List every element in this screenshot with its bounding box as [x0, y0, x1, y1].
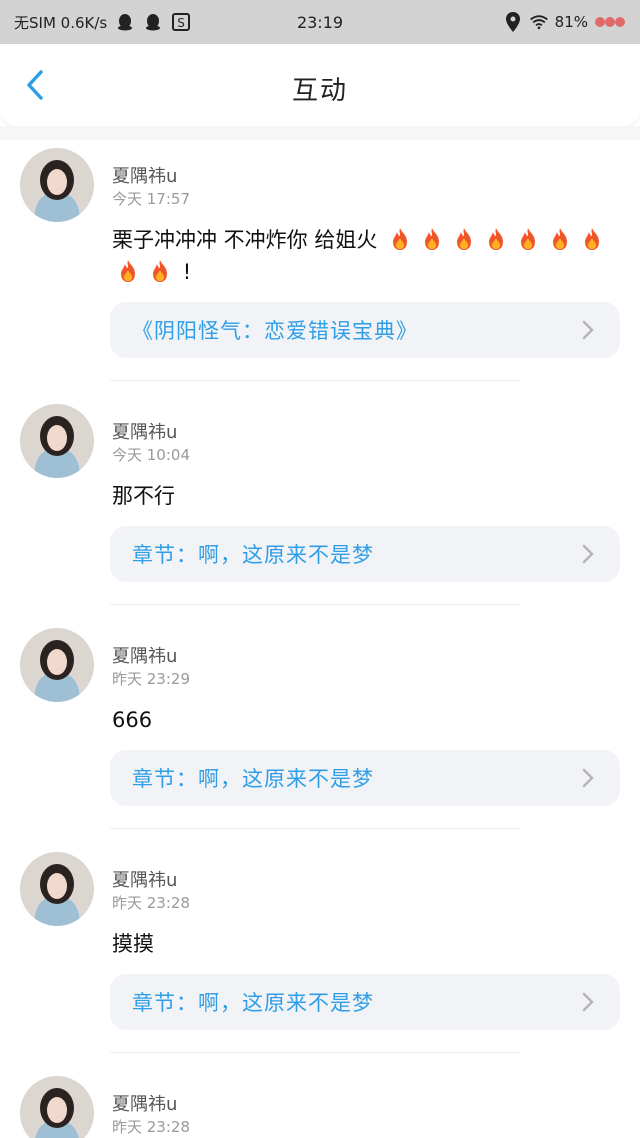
comment-text-main: 栗子冲冲冲 不冲炸你 给姐火 [112, 228, 378, 252]
divider [110, 604, 520, 605]
timestamp: 昨天 23:29 [112, 670, 190, 688]
comment-text: 那不行 [112, 484, 175, 508]
source-link-card[interactable]: 《阴阳怪气：恋爱错误宝典》 [110, 302, 620, 358]
battery-percent: 81% [554, 13, 588, 31]
fire-emoji-icon [422, 227, 442, 251]
header-gap [0, 126, 640, 140]
divider [110, 1052, 520, 1053]
comment-text: 栗子冲冲冲 不冲炸你 给姐火 ! [112, 224, 620, 288]
username[interactable]: 夏隅祎u [112, 866, 177, 892]
chevron-right-icon [578, 320, 598, 340]
comment-text: 摸摸 [112, 932, 154, 956]
source-link-text: 《阴阳怪气：恋爱错误宝典》 [132, 319, 418, 343]
username[interactable]: 夏隅祎u [112, 162, 177, 188]
list-item: 夏隅祎u 昨天 23:29 666 章节：啊，这原来不是梦 [0, 620, 640, 844]
avatar[interactable] [20, 404, 94, 478]
list-item: 夏隅祎u 今天 17:57 栗子冲冲冲 不冲炸你 给姐火 ! 《阴阳怪气：恋爱错… [0, 140, 640, 396]
avatar[interactable] [20, 852, 94, 926]
status-left: 无SIM 0.6K/s S [14, 12, 503, 33]
fire-emoji-icon [582, 227, 602, 251]
list-item: 夏隅祎u 今天 10:04 那不行 章节：啊，这原来不是梦 [0, 396, 640, 620]
s-app-icon: S [171, 12, 191, 32]
chevron-right-icon [578, 544, 598, 564]
fire-emoji-icon [518, 227, 538, 251]
fire-emoji-icon [550, 227, 570, 251]
qq-icon-2 [143, 12, 163, 32]
list-item: 夏隅祎u 昨天 23:28 摸摸 章节：啊，这原来不是梦 [0, 844, 640, 1068]
avatar[interactable] [20, 148, 94, 222]
timestamp: 今天 10:04 [112, 446, 190, 464]
username[interactable]: 夏隅祎u [112, 418, 177, 444]
status-right: 81% [503, 12, 626, 32]
svg-text:S: S [177, 16, 185, 30]
avatar[interactable] [20, 1076, 94, 1138]
source-link-text: 章节：啊，这原来不是梦 [132, 767, 374, 791]
fire-emoji-icon [454, 227, 474, 251]
username[interactable]: 夏隅祎u [112, 1090, 177, 1116]
qq-icon [115, 12, 135, 32]
source-link-card[interactable]: 章节：啊，这原来不是梦 [110, 526, 620, 582]
page-title: 互动 [291, 76, 348, 106]
network-status-text: 无SIM 0.6K/s [14, 13, 108, 32]
chevron-right-icon [578, 768, 598, 788]
comment-text: 666 [112, 708, 153, 732]
source-link-text: 章节：啊，这原来不是梦 [132, 543, 374, 567]
fire-emoji-icon [486, 227, 506, 251]
divider [110, 380, 520, 381]
username[interactable]: 夏隅祎u [112, 642, 177, 668]
location-icon [503, 12, 523, 32]
battery-icon [594, 12, 626, 32]
timestamp: 昨天 23:28 [112, 1118, 190, 1136]
timestamp: 今天 17:57 [112, 190, 190, 208]
fire-emoji-icon [118, 259, 138, 283]
source-link-card[interactable]: 章节：啊，这原来不是梦 [110, 750, 620, 806]
nav-header: 互动 [0, 44, 640, 126]
comment-list: 夏隅祎u 今天 17:57 栗子冲冲冲 不冲炸你 给姐火 ! 《阴阳怪气：恋爱错… [0, 140, 640, 1138]
status-bar: 无SIM 0.6K/s S 23:19 81% [0, 0, 640, 44]
fire-emoji-icon [390, 227, 410, 251]
source-link-text: 章节：啊，这原来不是梦 [132, 991, 374, 1015]
wifi-icon [529, 12, 549, 32]
comment-text-end: ! [182, 260, 192, 284]
fire-emoji-icon [150, 259, 170, 283]
divider [110, 828, 520, 829]
list-item: 夏隅祎u 昨天 23:28 [0, 1068, 640, 1138]
chevron-right-icon [578, 992, 598, 1012]
source-link-card[interactable]: 章节：啊，这原来不是梦 [110, 974, 620, 1030]
timestamp: 昨天 23:28 [112, 894, 190, 912]
avatar[interactable] [20, 628, 94, 702]
